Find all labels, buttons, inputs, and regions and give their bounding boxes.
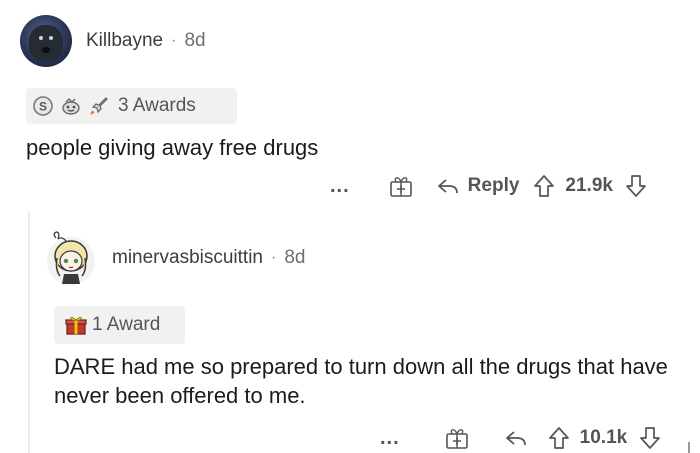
- scrollbar[interactable]: [688, 442, 690, 453]
- separator-dot: ·: [271, 249, 277, 266]
- rocket-award-icon: [88, 95, 110, 117]
- wholesome-award-icon: [60, 95, 82, 117]
- downvote-arrow-icon[interactable]: [625, 174, 647, 198]
- avatar[interactable]: [46, 230, 96, 286]
- upvote-arrow-icon[interactable]: [533, 174, 555, 198]
- awards-badge[interactable]: 1 Award: [54, 306, 185, 344]
- reddit-comment-thread: Killbayne · 8d S 3 Awards people giving …: [0, 0, 700, 453]
- dog-avatar-image: [29, 25, 63, 61]
- gift-box-award-icon: [64, 314, 87, 336]
- awards-badge[interactable]: S 3 Awards: [26, 88, 237, 124]
- silver-coin-award-icon: S: [32, 95, 54, 117]
- reply-button[interactable]: Reply: [468, 175, 520, 197]
- comment-action-bar: ... Reply 21.9k: [330, 168, 647, 204]
- awards-count: 3 Awards: [118, 95, 196, 116]
- username[interactable]: minervasbiscuittin: [112, 247, 263, 269]
- username[interactable]: Killbayne: [86, 30, 163, 52]
- reply-body: DARE had me so prepared to turn down all…: [54, 354, 668, 408]
- reply-arrow-icon[interactable]: [504, 428, 528, 448]
- separator-dot: ·: [171, 32, 177, 49]
- reply-header: minervasbiscuittin · 8d: [46, 226, 305, 290]
- reply-arrow-icon[interactable]: [436, 176, 460, 196]
- reply-age: 8d: [284, 247, 306, 268]
- thread-collapse-line[interactable]: [28, 212, 30, 453]
- upvote-arrow-icon[interactable]: [548, 426, 570, 450]
- comment-body: people giving away free drugs: [26, 135, 319, 160]
- reply-action-bar: ... 10.1k: [380, 420, 661, 453]
- more-options-button[interactable]: ...: [380, 427, 400, 450]
- comment-header: Killbayne · 8d: [20, 14, 206, 68]
- gift-icon[interactable]: [388, 174, 414, 198]
- vote-score: 21.9k: [565, 175, 613, 196]
- downvote-arrow-icon[interactable]: [639, 426, 661, 450]
- comment-age: 8d: [184, 30, 206, 51]
- awards-count: 1 Award: [92, 314, 161, 335]
- gift-icon[interactable]: [444, 426, 470, 450]
- avatar[interactable]: [20, 15, 72, 67]
- more-options-button[interactable]: ...: [330, 175, 350, 198]
- svg-text:S: S: [39, 100, 47, 114]
- vote-score: 10.1k: [579, 427, 628, 448]
